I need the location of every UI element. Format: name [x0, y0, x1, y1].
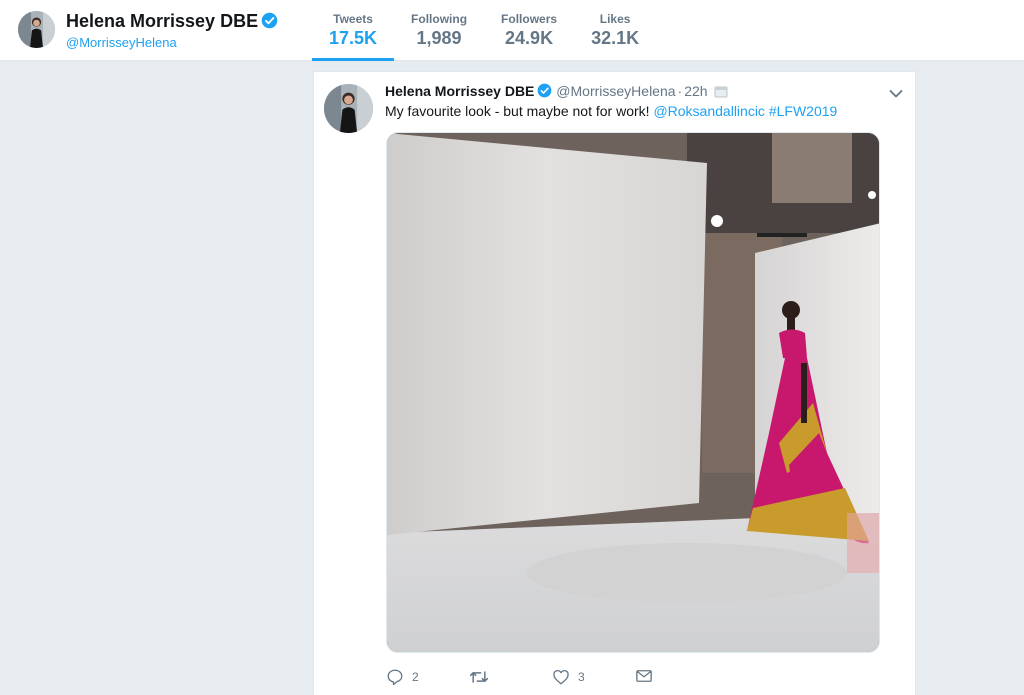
verified-badge-icon — [537, 83, 552, 101]
tweet-text-body: My favourite look - but maybe not for wo… — [385, 103, 654, 119]
profile-header-bar: Helena Morrissey DBE @MorrisseyHelena Tw… — [0, 0, 1024, 61]
reply-icon — [387, 669, 403, 686]
retweet-button[interactable] — [469, 668, 497, 686]
tweet-author-handle[interactable]: @MorrisseyHelena — [556, 83, 675, 99]
profile-avatar[interactable] — [18, 11, 55, 48]
envelope-icon — [636, 670, 652, 682]
hashtag-link[interactable]: #LFW2019 — [769, 103, 837, 119]
tweet-author-avatar[interactable] — [324, 84, 373, 133]
stat-tweets[interactable]: Tweets 17.5K — [312, 0, 395, 61]
chevron-down-icon[interactable] — [889, 86, 903, 104]
tweet-author-name[interactable]: Helena Morrissey DBE — [385, 83, 534, 99]
profile-avatar-image — [18, 11, 55, 48]
stat-tweets-value: 17.5K — [329, 28, 378, 48]
profile-handle[interactable]: @MorrisseyHelena — [66, 35, 177, 50]
direct-message-button[interactable] — [635, 668, 653, 684]
calendar-icon — [714, 85, 728, 101]
reply-count: 2 — [412, 670, 419, 684]
stat-likes-value: 32.1K — [591, 28, 640, 48]
stat-tweets-label: Tweets — [333, 12, 373, 26]
tweet-header: Helena Morrissey DBE @MorrisseyHelena · 22… — [385, 83, 728, 101]
like-count: 3 — [578, 670, 585, 684]
stat-followers-value: 24.9K — [505, 28, 554, 48]
tweet-author-avatar-image — [324, 84, 373, 133]
retweet-icon — [469, 671, 489, 683]
tweet-photo[interactable] — [386, 132, 880, 653]
stat-likes[interactable]: Likes 32.1K — [574, 0, 656, 61]
mention-link[interactable]: @Roksandallincic — [653, 103, 764, 119]
runway-photo-image — [387, 133, 879, 652]
stat-following-value: 1,989 — [416, 28, 462, 48]
stat-following[interactable]: Following 1,989 — [394, 0, 484, 61]
tweet-text: My favourite look - but maybe not for wo… — [385, 103, 837, 119]
tweet-timestamp[interactable]: 22h — [684, 83, 707, 99]
like-button[interactable]: 3 — [552, 668, 585, 686]
profile-name[interactable]: Helena Morrissey DBE — [66, 11, 278, 34]
tweet-card[interactable]: Helena Morrissey DBE @MorrisseyHelena · 22… — [313, 71, 916, 695]
stat-likes-label: Likes — [599, 12, 631, 26]
profile-name-text: Helena Morrissey DBE — [66, 11, 259, 31]
tweet-actions: 2 3 — [386, 668, 880, 690]
stat-followers[interactable]: Followers 24.9K — [484, 0, 574, 61]
stat-following-label: Following — [411, 12, 468, 26]
verified-badge-icon — [261, 12, 278, 34]
stat-followers-label: Followers — [501, 12, 558, 26]
heart-icon — [553, 669, 569, 685]
separator-dot: · — [677, 83, 683, 99]
profile-stats-nav: Tweets 17.5K Following 1,989 Followers 2… — [312, 0, 656, 61]
reply-button[interactable]: 2 — [386, 668, 419, 686]
